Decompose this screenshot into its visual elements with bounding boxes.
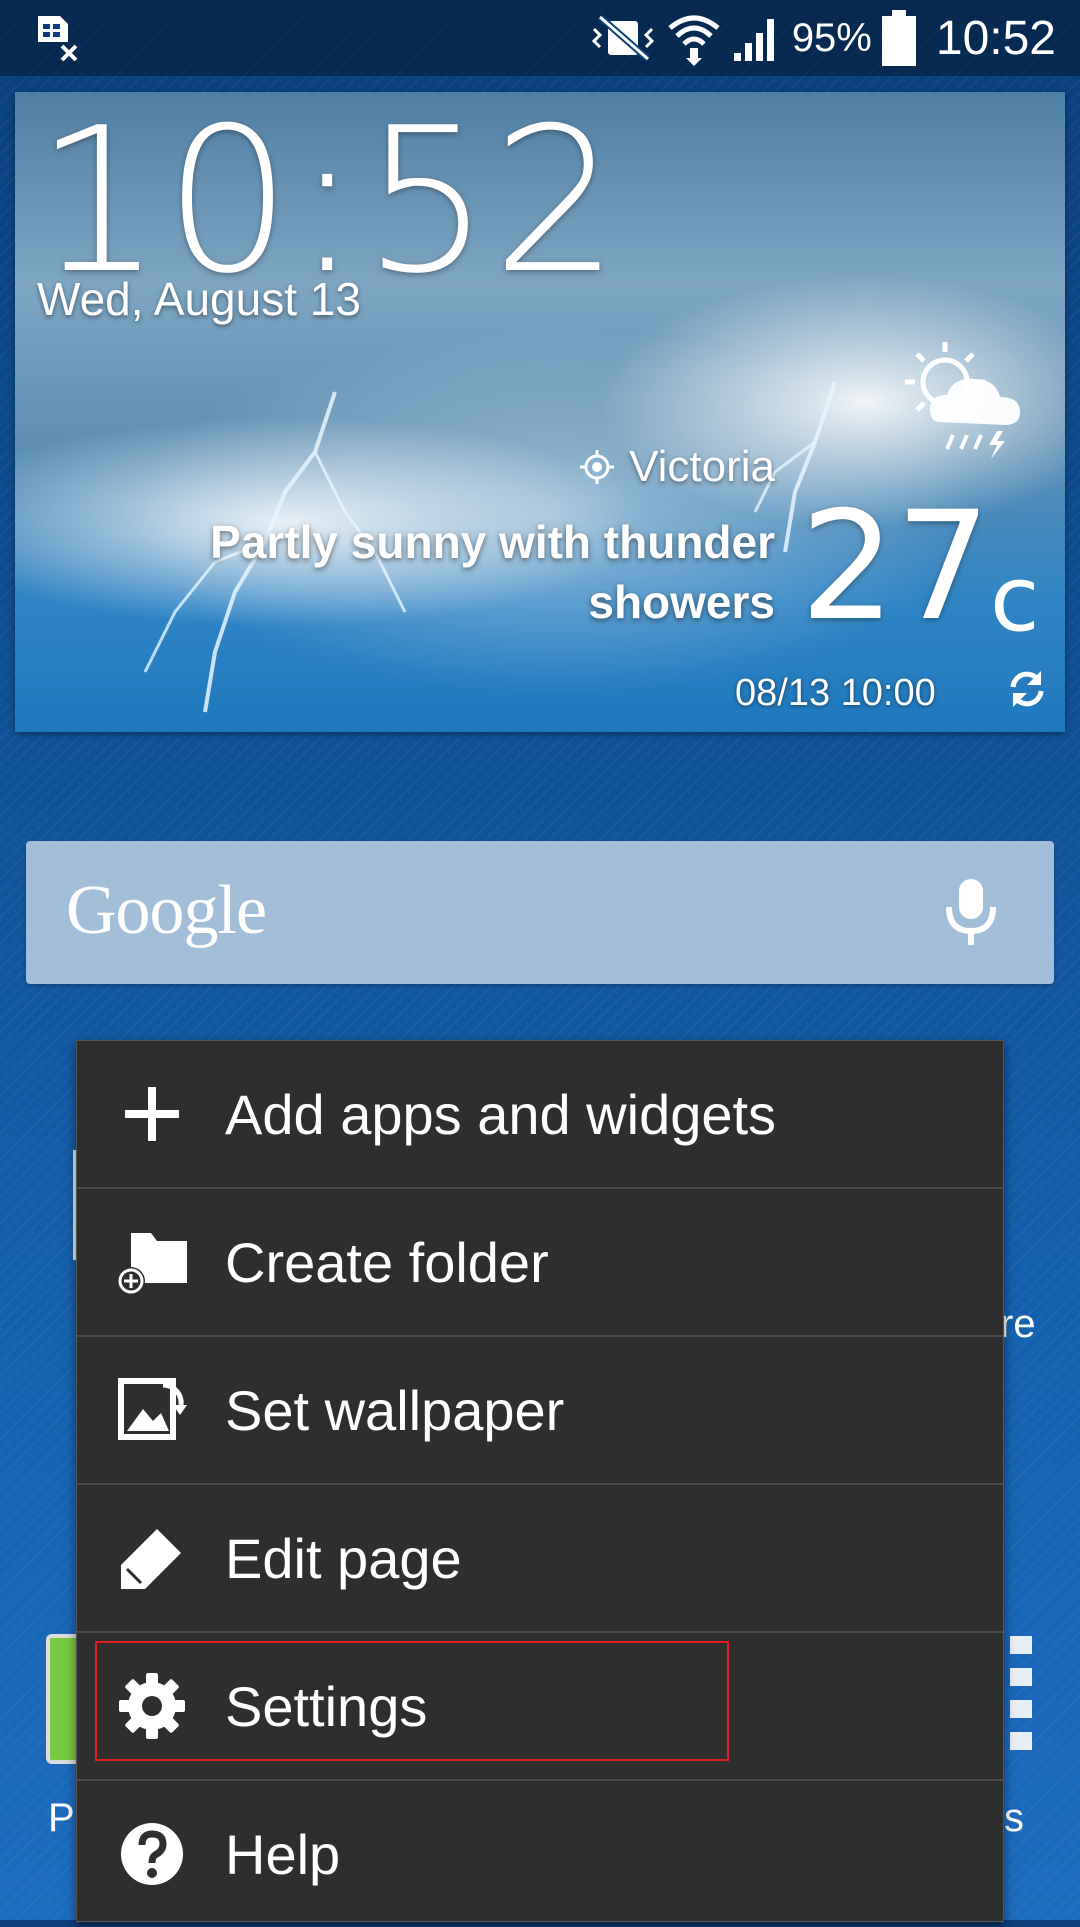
- degree-symbol: °: [955, 498, 979, 565]
- weather-location: Victoria: [579, 442, 775, 492]
- battery-percent: 95%: [791, 15, 872, 60]
- home-options-menu: Add apps and widgets Create folder Set w…: [76, 1040, 1004, 1922]
- pencil-icon: [121, 1529, 181, 1589]
- menu-item-add-apps-widgets[interactable]: Add apps and widgets: [77, 1041, 1003, 1187]
- sim-error-icon: [38, 16, 78, 62]
- refresh-icon[interactable]: [1005, 667, 1049, 711]
- google-logo: Google: [66, 872, 267, 949]
- apps-label-partial: s: [1004, 1796, 1024, 1840]
- background-app-label-partial: P: [48, 1796, 75, 1840]
- status-bar: 95% 10:52: [0, 0, 1080, 76]
- vibrate-mute-icon: [591, 14, 654, 62]
- menu-item-set-wallpaper[interactable]: Set wallpaper: [77, 1337, 1003, 1483]
- wallpaper-icon: [118, 1378, 187, 1440]
- temperature-unit: c: [990, 547, 1040, 652]
- settings-highlight-box: [95, 1641, 729, 1761]
- weather-widget[interactable]: 10:52 Wed, August 13 Victoria Partly sun…: [15, 92, 1065, 732]
- signal-icon: [733, 19, 774, 61]
- widget-date: Wed, August 13: [37, 273, 361, 325]
- wifi-icon: [668, 15, 720, 66]
- menu-item-edit-page[interactable]: Edit page: [77, 1485, 1003, 1631]
- location-icon: [580, 450, 615, 484]
- menu-item-create-folder[interactable]: Create folder: [77, 1189, 1003, 1335]
- location-name: Victoria: [629, 442, 775, 491]
- weather-condition: Partly sunny with thunder showers: [210, 516, 775, 628]
- status-time: 10:52: [935, 11, 1056, 65]
- partly-sunny-thunder-icon: [905, 342, 1020, 459]
- menu-item-label: Create folder: [225, 1230, 549, 1294]
- plus-icon: [125, 1087, 179, 1141]
- menu-item-label: Help: [225, 1822, 341, 1886]
- background-label-partial: re: [1000, 1302, 1036, 1346]
- google-search-bar[interactable]: Google: [26, 841, 1054, 984]
- help-icon: [121, 1823, 183, 1885]
- menu-item-help[interactable]: Help: [77, 1781, 1003, 1927]
- menu-item-label: Set wallpaper: [225, 1378, 565, 1442]
- microphone-icon[interactable]: [941, 877, 1001, 949]
- folder-add-icon: [117, 1233, 187, 1295]
- menu-item-label: Add apps and widgets: [225, 1082, 777, 1146]
- battery-icon: [881, 10, 916, 66]
- menu-item-label: Edit page: [225, 1526, 462, 1590]
- apps-grid-icon: [1010, 1636, 1034, 1764]
- last-updated: 08/13 10:00: [735, 672, 936, 714]
